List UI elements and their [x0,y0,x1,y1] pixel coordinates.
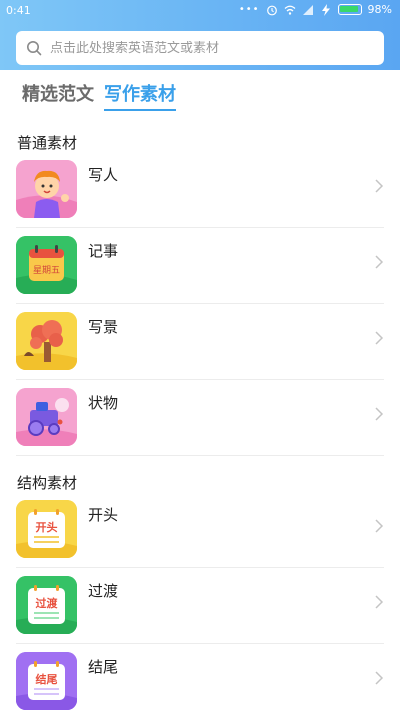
toy-train-icon [16,388,77,446]
signal-icon [302,4,313,15]
search-icon [27,41,42,56]
notepad-icon-text: 过渡 [36,596,59,610]
tree-landscape-icon [16,312,77,370]
chevron-right-icon [375,331,384,345]
tab-bar: 精选范文 写作素材 [22,80,176,111]
charging-icon [321,3,330,16]
chevron-right-icon [375,255,384,269]
item-label-ending: 结尾 [88,658,119,676]
chevron-right-icon [375,671,384,685]
item-label-events: 记事 [88,242,119,260]
person-cartoon-icon [16,160,77,218]
status-bar: 0:41 ••• 98% [0,0,400,22]
list-item-ending[interactable]: 结尾 结尾 [16,644,384,711]
notepad-icon-text: 结尾 [35,672,58,686]
status-icons: ••• 98% [239,3,392,16]
notepad-icon: 开头 [16,500,77,558]
section-title-common: 普通素材 [17,134,78,152]
list-item-transition[interactable]: 过渡 过渡 [16,568,384,644]
alarm-icon [266,5,277,15]
notepad-icon: 结尾 [16,652,77,710]
item-label-transition: 过渡 [88,582,119,600]
chevron-right-icon [375,407,384,421]
more-dots-icon: ••• [238,4,260,15]
search-input[interactable] [50,40,384,56]
search-bar[interactable] [16,31,384,65]
section-title-structure: 结构素材 [17,474,78,492]
notepad-icon: 过渡 [16,576,77,634]
list-item-objects[interactable]: 状物 [16,380,384,456]
chevron-right-icon [375,595,384,609]
tab-writing-materials[interactable]: 写作素材 [104,80,176,111]
item-label-objects: 状物 [88,394,119,412]
notepad-icon-text: 开头 [36,520,58,534]
chevron-right-icon [375,179,384,193]
calendar-icon-text: 星期五 [33,265,60,276]
wifi-icon [284,5,295,15]
list-item-people[interactable]: 写人 [16,152,384,228]
item-label-scenery: 写景 [88,318,119,336]
battery-percent: 98% [367,3,392,16]
item-label-people: 写人 [88,166,119,184]
battery-icon [337,4,362,15]
list-item-events[interactable]: 星期五 记事 [16,228,384,304]
list-item-opening[interactable]: 开头 开头 [16,492,384,568]
calendar-icon: 星期五 [16,236,77,294]
chevron-right-icon [375,519,384,533]
status-time: 0:41 [6,4,31,17]
tab-selected-essays[interactable]: 精选范文 [22,80,94,110]
header-bar: 0:41 ••• 98% [0,0,400,70]
list-item-scenery[interactable]: 写景 [16,304,384,380]
item-label-opening: 开头 [88,506,119,524]
